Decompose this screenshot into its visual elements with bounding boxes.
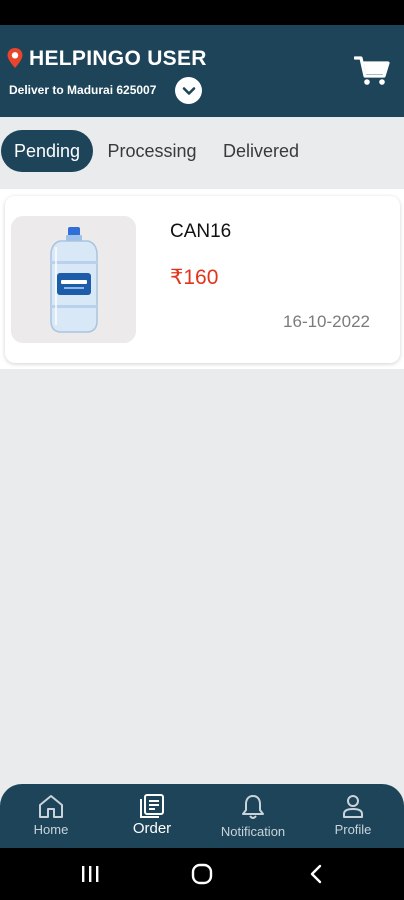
back-icon [310, 864, 322, 884]
nav-profile[interactable]: Profile [324, 784, 382, 848]
cart-icon[interactable] [354, 55, 390, 87]
order-date: 16-10-2022 [283, 312, 370, 331]
product-price: ₹160 [170, 266, 219, 289]
recent-apps-button[interactable] [76, 862, 104, 886]
bell-icon [242, 795, 264, 819]
nav-home[interactable]: Home [20, 784, 82, 848]
order-card[interactable]: CAN16 ₹160 16-10-2022 [5, 196, 400, 363]
nav-notification-label: Notification [220, 824, 286, 839]
app-header: HELPINGO USER Deliver to Madurai 625007 [0, 25, 404, 117]
recent-apps-icon [82, 866, 99, 882]
location-dropdown-button[interactable] [175, 77, 202, 104]
nav-order[interactable]: Order [122, 784, 182, 848]
deliver-location-text[interactable]: Deliver to Madurai 625007 [9, 83, 156, 97]
tab-delivered[interactable]: Delivered [220, 130, 302, 172]
nav-profile-label: Profile [334, 822, 372, 837]
home-system-button[interactable] [188, 862, 216, 886]
product-thumbnail [11, 216, 136, 343]
profile-icon [343, 795, 363, 818]
order-icon [140, 794, 164, 818]
home-circle-icon [191, 863, 213, 885]
water-can-icon [49, 226, 98, 333]
bottom-navigation: Home Order Notification Profile [0, 784, 404, 848]
status-bar [0, 0, 404, 25]
tab-pending[interactable]: Pending [1, 130, 93, 172]
order-status-tabs: Pending Processing Delivered [0, 117, 404, 189]
app-title: HELPINGO USER [29, 47, 207, 70]
nav-notification[interactable]: Notification [213, 784, 293, 848]
tab-processing[interactable]: Processing [104, 130, 200, 172]
chevron-down-icon [182, 86, 195, 95]
location-pin-icon [7, 48, 23, 68]
product-name: CAN16 [170, 221, 232, 242]
nav-home-label: Home [33, 822, 69, 837]
nav-order-label: Order [132, 820, 172, 837]
back-button[interactable] [302, 862, 330, 886]
home-icon [39, 795, 63, 818]
system-navigation-bar [0, 848, 404, 900]
